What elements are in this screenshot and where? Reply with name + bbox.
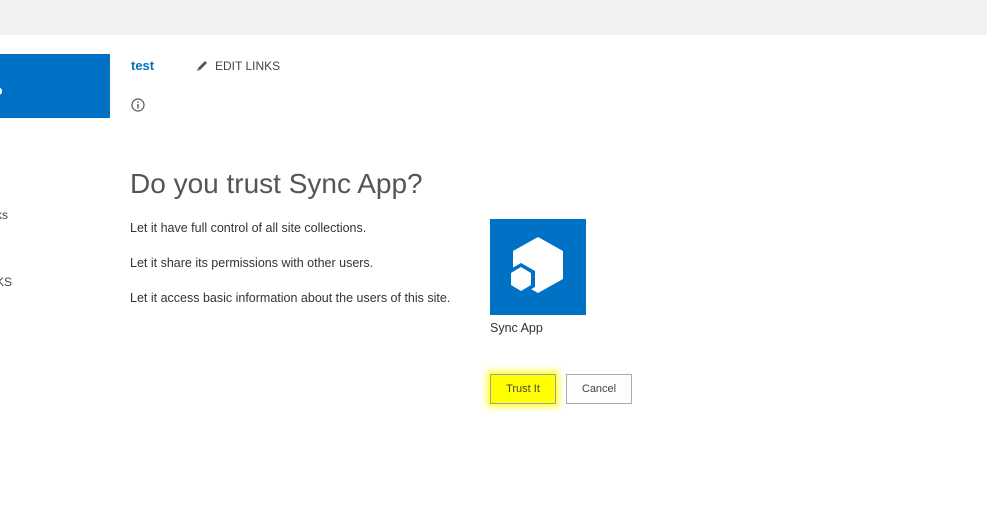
- permission-user-info: Let it access basic information about th…: [130, 291, 451, 305]
- edit-links-button[interactable]: EDIT LINKS: [195, 59, 280, 73]
- permission-share: Let it share its permissions with other …: [130, 256, 374, 270]
- pencil-icon: [195, 59, 209, 73]
- app-name: Sync App: [490, 321, 543, 335]
- app-tile: [490, 219, 586, 315]
- site-logo[interactable]: o: [0, 54, 110, 118]
- left-nav-edit-links-partial[interactable]: KS: [0, 275, 12, 289]
- cancel-button[interactable]: Cancel: [566, 374, 632, 404]
- site-title-link[interactable]: test: [131, 58, 154, 73]
- hexagon-cubes-icon: [507, 237, 563, 295]
- permission-full-control: Let it have full control of all site col…: [130, 221, 367, 235]
- trust-it-button[interactable]: Trust It: [490, 374, 556, 404]
- info-icon[interactable]: [131, 98, 145, 112]
- suite-bar: [0, 0, 987, 35]
- edit-links-label: EDIT LINKS: [215, 59, 281, 73]
- site-logo-text: o: [0, 82, 3, 98]
- left-nav-item-partial[interactable]: ks: [0, 208, 8, 222]
- dialog-title: Do you trust Sync App?: [130, 168, 423, 199]
